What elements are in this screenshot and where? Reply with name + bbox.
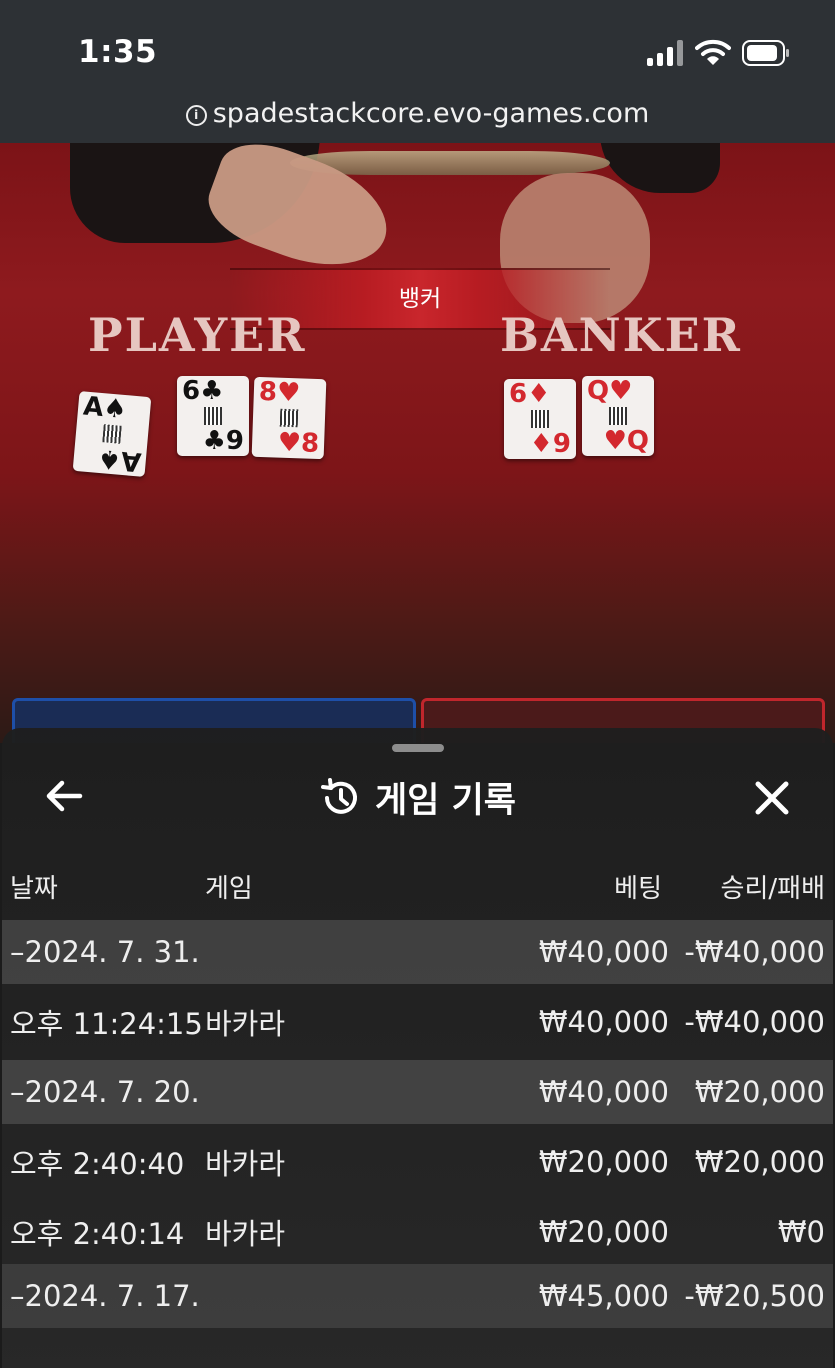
history-entry-row[interactable]: 오후 11:24:15 바카라 ₩40,000 -₩40,000 <box>2 984 833 1060</box>
browser-top-bar: 1:35 i spadestackcore.evo-games.com <box>0 0 835 143</box>
player-card: A♠ A♠ <box>72 391 152 477</box>
baccarat-video-feed: 뱅커 PLAYER BANKER A♠ A♠ 6♣ ♣9 8♥ ♥8 6♦ ♦9… <box>0 143 835 743</box>
date-group-row[interactable]: –2024. 7. 17. ₩45,000 -₩20,500 <box>2 1264 833 1328</box>
history-entry-row[interactable]: 오후 2:40:40 바카라 ₩20,000 ₩20,000 <box>2 1124 833 1200</box>
battery-icon <box>742 40 789 66</box>
address-bar[interactable]: i spadestackcore.evo-games.com <box>0 98 835 129</box>
col-header-bet[interactable]: 베팅 <box>614 868 662 905</box>
sheet-title-text: 게임 기록 <box>375 781 516 821</box>
url-text: spadestackcore.evo-games.com <box>212 98 650 129</box>
col-header-game[interactable]: 게임 <box>205 868 253 905</box>
info-icon[interactable]: i <box>185 105 207 126</box>
player-label: PLAYER <box>88 308 307 362</box>
banker-card: 6♦ ♦9 <box>504 379 576 459</box>
banker-card: Q♥ ♥Q <box>582 376 654 456</box>
close-icon[interactable] <box>750 776 794 820</box>
cellular-signal-icon <box>647 40 685 66</box>
history-entry-row[interactable]: 오후 2:40:14 바카라 ₩20,000 ₩0 <box>2 1200 833 1264</box>
game-history-sheet: 게임 기록 날짜 게임 베팅 승리/패배 –2024. 7. 31. ₩40,0… <box>2 728 833 1368</box>
player-card: 8♥ ♥8 <box>251 376 327 460</box>
history-icon <box>321 777 357 814</box>
col-header-win-loss[interactable]: 승리/패배 <box>721 868 825 905</box>
date-group-row[interactable]: –2024. 7. 31. ₩40,000 -₩40,000 <box>2 920 833 984</box>
status-time: 1:35 <box>78 34 158 70</box>
history-table: –2024. 7. 31. ₩40,000 -₩40,000 오후 11:24:… <box>2 920 833 1328</box>
wifi-icon <box>695 39 731 65</box>
sheet-title: 게임 기록 <box>2 772 833 822</box>
banker-label: BANKER <box>500 308 742 362</box>
date-group-row[interactable]: –2024. 7. 20. ₩40,000 ₩20,000 <box>2 1060 833 1124</box>
player-card: 6♣ ♣9 <box>177 376 249 456</box>
col-header-date[interactable]: 날짜 <box>10 868 58 905</box>
sheet-drag-handle[interactable] <box>392 744 444 752</box>
